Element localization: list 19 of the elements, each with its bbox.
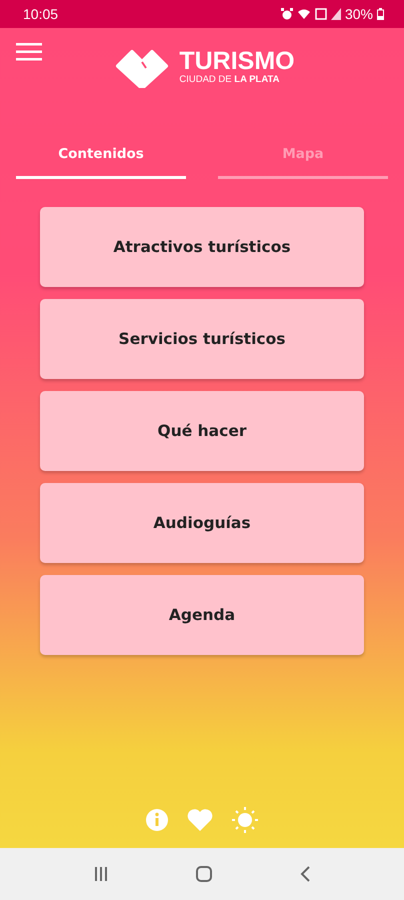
logo-title: TURISMO [179,48,295,74]
battery-level: 30% [344,6,373,22]
sim-icon [314,8,327,20]
menu-card[interactable]: Audioguías [40,483,364,563]
back-icon[interactable] [299,865,311,883]
home-icon[interactable] [195,865,213,883]
menu-card[interactable]: Qué hacer [40,391,364,471]
battery-icon [377,8,384,20]
menu-icon [16,42,42,62]
recents-icon[interactable] [93,866,109,882]
menu-card[interactable]: Agenda [40,575,364,655]
wifi-icon [296,8,311,20]
menu-button[interactable] [16,42,42,62]
logo-subtitle: CIUDAD DE LA PLATA [179,74,280,86]
alarm-icon [280,8,293,20]
menu-card[interactable]: Atractivos turísticos [40,207,364,287]
signal-icon [330,8,341,20]
menu-card[interactable]: Servicios turísticos [40,299,364,379]
clock: 10:05 [23,6,58,22]
